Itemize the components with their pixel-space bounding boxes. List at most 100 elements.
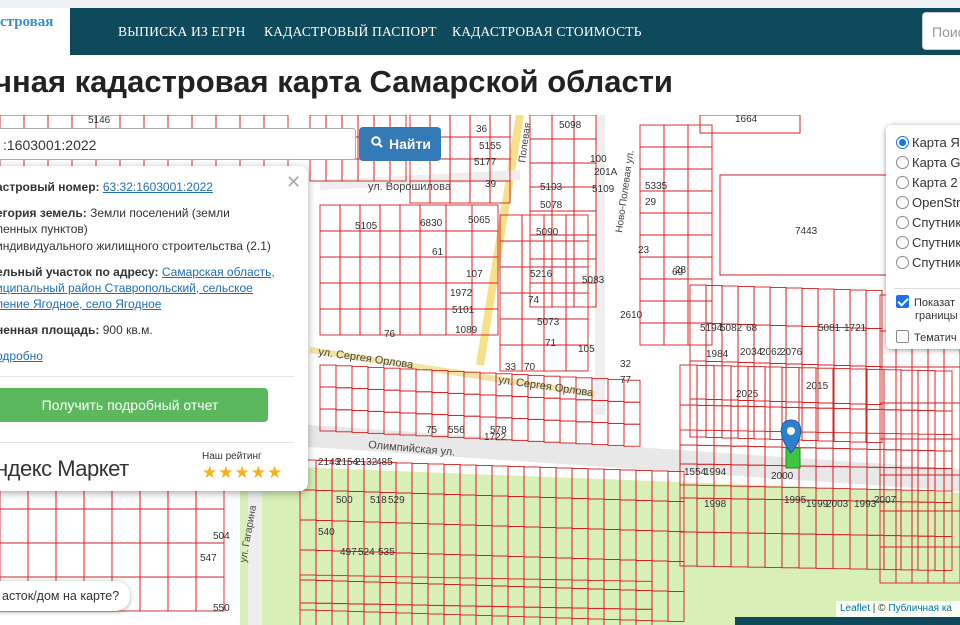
parcel[interactable] [927, 366, 945, 404]
parcel[interactable] [55, 508, 85, 544]
site-logo[interactable]: стровая [0, 8, 70, 55]
parcel[interactable] [479, 394, 497, 418]
parcel[interactable] [379, 204, 401, 232]
parcel[interactable] [689, 360, 707, 400]
parcel[interactable] [529, 138, 553, 164]
parcel[interactable] [167, 542, 197, 578]
parcel[interactable] [687, 256, 713, 280]
parcel[interactable] [167, 508, 197, 544]
parcel[interactable] [696, 404, 715, 446]
parcel[interactable] [511, 396, 529, 420]
address-link-3[interactable]: ление Ягодное, село Ягодное [0, 297, 161, 311]
address-link-2[interactable]: иципальный район Ставропольский, сельско… [0, 281, 253, 295]
parcel[interactable] [687, 300, 713, 324]
parcel[interactable] [575, 421, 593, 445]
parcel[interactable] [399, 256, 421, 284]
parcel[interactable] [449, 180, 471, 204]
parcel[interactable] [689, 284, 707, 324]
parcel[interactable] [687, 146, 713, 170]
layer-option-google[interactable]: Карта G [896, 155, 960, 170]
parcel[interactable] [565, 292, 589, 320]
parcel[interactable] [551, 258, 575, 284]
parcel[interactable] [543, 292, 567, 320]
parcel[interactable] [527, 396, 545, 420]
parcel[interactable] [747, 406, 766, 448]
parcel[interactable] [663, 234, 689, 258]
parcel[interactable] [663, 300, 689, 324]
parcel[interactable] [499, 266, 523, 294]
find-button[interactable]: Найти [359, 127, 441, 161]
parcel[interactable] [832, 408, 851, 450]
site-search-input[interactable]: Поис [922, 12, 960, 50]
parcel[interactable] [737, 286, 755, 325]
parcel[interactable] [111, 542, 141, 578]
parcel[interactable] [83, 508, 113, 544]
parcel[interactable] [565, 240, 589, 268]
parcel[interactable] [900, 409, 919, 451]
parcel[interactable] [167, 576, 197, 612]
parcel[interactable] [543, 419, 561, 443]
parcel[interactable] [415, 369, 433, 393]
parcel[interactable] [639, 278, 665, 302]
close-icon[interactable]: ✕ [286, 172, 301, 193]
parcel[interactable] [319, 204, 341, 232]
parcel[interactable] [499, 318, 523, 346]
radio-icon[interactable] [896, 216, 909, 229]
parcel[interactable] [917, 370, 936, 412]
parcel[interactable] [815, 407, 834, 449]
show-borders-toggle[interactable]: Показат [896, 295, 955, 309]
parcel[interactable] [399, 308, 421, 336]
parcel[interactable] [679, 404, 698, 446]
parcel[interactable] [687, 278, 713, 302]
nav-egrn-extract[interactable]: ВЫПИСКА ИЗ ЕГРН [118, 24, 246, 40]
nav-cadastral-value[interactable]: КАДАСТРОВАЯ СТОИМОСТЬ [452, 24, 642, 40]
parcel[interactable] [359, 282, 381, 310]
parcel[interactable] [367, 388, 385, 412]
checkbox-icon[interactable] [896, 295, 909, 308]
parcel[interactable] [895, 366, 913, 404]
parcel[interactable] [419, 282, 447, 310]
parcel[interactable] [769, 363, 787, 402]
cadastral-search-input[interactable]: :1603001:2022 [0, 128, 356, 160]
parcel[interactable] [521, 240, 545, 268]
parcel[interactable] [351, 388, 369, 412]
thematic-toggle[interactable]: Тематич [896, 330, 957, 344]
address-link-1[interactable]: Самарская область, [162, 265, 275, 279]
more-details-link[interactable]: одробно [0, 349, 43, 363]
parcel[interactable] [359, 308, 381, 336]
parcel[interactable] [399, 282, 421, 310]
parcel[interactable] [575, 399, 593, 423]
parcel[interactable] [565, 214, 589, 242]
parcel[interactable] [527, 418, 545, 442]
parcel[interactable] [551, 234, 575, 260]
parcel[interactable] [687, 212, 713, 236]
parcel[interactable] [785, 287, 803, 327]
parcel[interactable] [111, 508, 141, 544]
layer-option-yandex[interactable]: Карта Я [896, 135, 960, 150]
parcel[interactable] [0, 542, 29, 578]
parcel[interactable] [319, 230, 341, 258]
parcel[interactable] [832, 368, 851, 410]
parcel[interactable] [764, 406, 783, 448]
parcel[interactable] [911, 366, 929, 404]
parcel[interactable] [543, 397, 561, 421]
parcel[interactable] [383, 367, 401, 391]
parcel[interactable] [607, 400, 625, 424]
parcel[interactable] [379, 282, 401, 310]
parcel[interactable] [463, 393, 481, 417]
layer-option-2gis[interactable]: Карта 2 [896, 175, 958, 190]
parcel[interactable] [663, 168, 689, 192]
parcel[interactable] [379, 256, 401, 284]
public-map-link[interactable]: Публичная ка [888, 603, 952, 614]
parcel[interactable] [351, 366, 369, 390]
parcel[interactable] [663, 190, 689, 214]
parcel[interactable] [705, 285, 723, 324]
parcel[interactable] [551, 138, 575, 164]
parcel[interactable] [419, 256, 447, 284]
parcel[interactable] [917, 410, 936, 452]
parcel[interactable] [687, 234, 713, 258]
parcel[interactable] [399, 390, 417, 414]
parcel[interactable] [359, 230, 381, 258]
parcel-1972[interactable] [719, 174, 896, 276]
parcel[interactable] [319, 308, 341, 336]
